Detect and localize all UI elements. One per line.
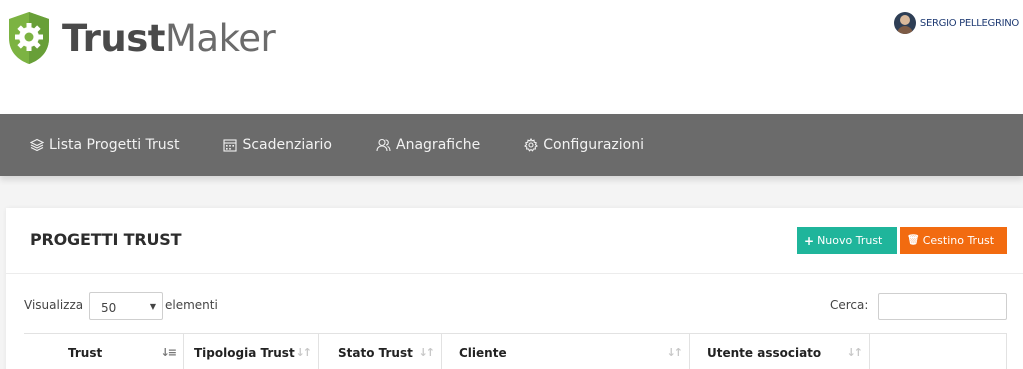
logo-text-bold: Trust [62,16,165,60]
gear-shield-icon [9,12,49,64]
column-header-stato[interactable]: Stato Trust ↓↑ [319,334,442,369]
entries-label: elementi [165,298,218,312]
sort-icon: ↓↑ [666,346,684,359]
user-menu[interactable]: SERGIO PELLEGRINO [893,12,1019,34]
new-trust-label: Nuovo Trust [817,234,883,247]
users-icon [376,138,391,152]
table-header-row: Trust ↓≡ Tipologia Trust ↓↑ Stato Trust … [24,333,1007,369]
column-label: Stato Trust [338,346,413,360]
nav-item-label: Anagrafiche [396,137,481,153]
logo-text-light: Maker [164,16,276,60]
layers-icon [30,138,44,152]
calendar-icon [223,139,237,152]
gear-icon [524,138,539,152]
nav-item-label: Scadenziario [242,137,333,153]
card-header: PROGETTI TRUST + Nuovo Trust 🗑 Cestino T… [6,208,1023,274]
nav-item-lista-progetti[interactable]: Lista Progetti Trust [30,137,179,153]
sort-icon: ↓↑ [418,346,436,359]
column-header-actions [870,334,1007,369]
plus-icon: + [804,233,815,248]
trash-bin-label: Cestino Trust [922,234,995,247]
main-navbar: Lista Progetti Trust Scadenziario Anagra… [0,114,1023,176]
column-label: Utente associato [707,346,822,360]
sort-icon: ↓↑ [295,346,313,359]
show-label: Visualizza [24,298,84,312]
search-label: Cerca: [830,298,869,312]
progetti-card: PROGETTI TRUST + Nuovo Trust 🗑 Cestino T… [6,208,1023,369]
sort-asc-icon: ↓≡ [160,346,178,359]
page-length-value: 50 [101,301,117,315]
logo[interactable]: TrustMaker [6,10,276,66]
new-trust-button[interactable]: + Nuovo Trust [797,227,897,254]
column-label: Tipologia Trust [194,346,295,360]
column-label: Trust [68,346,103,360]
logo-text: TrustMaker [62,16,276,60]
sort-icon: ↓↑ [846,346,864,359]
table-controls: Visualizza 50 ▼ elementi Cerca: [6,292,1023,322]
nav-item-scadenziario[interactable]: Scadenziario [223,137,332,153]
page-length-select[interactable]: 50 ▼ [89,292,163,320]
column-header-tipologia[interactable]: Tipologia Trust ↓↑ [184,334,319,369]
trash-bin-button[interactable]: 🗑 Cestino Trust [900,227,1007,254]
nav-item-label: Lista Progetti Trust [49,137,180,153]
nav-item-anagrafiche[interactable]: Anagrafiche [376,137,480,153]
nav-item-label: Configurazioni [543,137,644,153]
column-header-cliente[interactable]: Cliente ↓↑ [442,334,690,369]
column-label: Cliente [459,346,507,360]
column-header-utente[interactable]: Utente associato ↓↑ [690,334,870,369]
column-header-trust[interactable]: Trust ↓≡ [24,334,184,369]
trash-icon: 🗑 [907,235,920,246]
user-name: SERGIO PELLEGRINO [919,17,1019,29]
avatar [893,12,916,34]
chevron-down-icon: ▼ [149,302,156,311]
header: TrustMaker SERGIO PELLEGRINO [0,0,1023,114]
nav-item-configurazioni[interactable]: Configurazioni [524,137,644,153]
page-title: PROGETTI TRUST [30,230,182,249]
search-input[interactable] [878,293,1007,320]
